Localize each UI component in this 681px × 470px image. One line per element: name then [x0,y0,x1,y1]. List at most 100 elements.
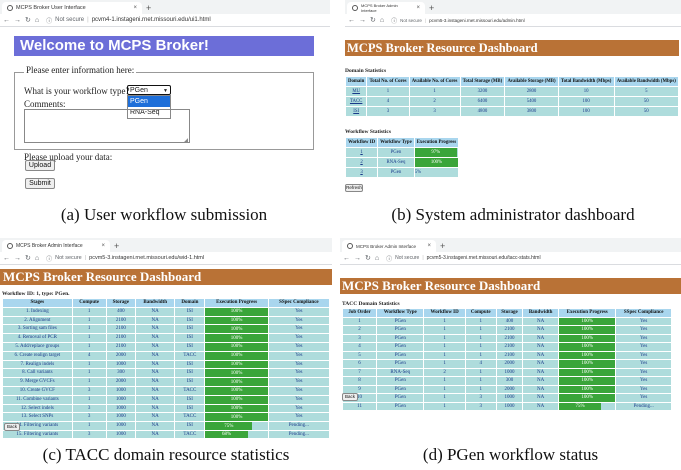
info-icon[interactable]: ⓘ [46,254,52,263]
browser-tab[interactable]: MCPS Broker Admin Interface × [342,240,436,252]
progress-bar-track: 100% [558,326,616,334]
forward-arrow-icon[interactable]: → [14,17,21,24]
tab-bar: MCPS Broker User Interface × + [0,0,330,14]
comments-textarea[interactable]: ◢ [24,109,190,144]
close-icon[interactable]: × [129,5,137,11]
compute-cell: 1 [71,394,107,405]
address-bar[interactable]: ← → ↻ ⌂ ⓘ Not secure | pcvm5-3.instageni… [0,252,332,265]
workflow-type-cell: RNA-Seq [377,157,415,168]
back-arrow-icon[interactable]: ← [3,255,10,262]
form-legend: Please enter information here: [24,65,137,75]
close-icon[interactable]: × [412,5,420,11]
browser-tab[interactable]: MCPS Broker Admin Interface × [347,2,425,14]
workflow-selected-value: PGen [130,87,148,94]
workflow-row: 1 PGen 97% [345,147,460,158]
type-cell: PGen [376,316,425,326]
table-cell: 100 [557,96,615,107]
workflow-id-link[interactable]: 3 [345,167,379,178]
stage-row: 2. Alignment 1 2100 NA ISI 100% Yes [2,315,331,326]
close-icon[interactable]: × [423,243,431,249]
resize-handle-icon[interactable]: ◢ [183,137,188,144]
url-text[interactable]: pcvm4-1.instageni.rnet.missouri.edu/ui1.… [92,17,211,23]
new-tab-icon[interactable]: + [114,240,119,252]
column-header: Job Order [341,308,378,318]
info-icon[interactable]: ⓘ [386,254,392,263]
upload-button[interactable]: Upload [25,160,55,171]
domain-cell: ISI [174,333,206,343]
progress-bar-track: 100% [205,307,268,316]
favicon-icon [7,5,13,11]
close-icon[interactable]: × [97,243,105,249]
workflow-id-link[interactable]: 2 [345,157,379,168]
workflow-select[interactable]: PGen ▼ [127,85,171,95]
browser-chrome: MCPS Broker User Interface × + ← → ↻ ⌂ ⓘ… [0,0,330,27]
execution-progress-cell: 100% [204,412,269,423]
progress-bar-fill: 100% [558,377,616,385]
stage-row: 9. Merge GVCFs 1 2000 NA ISI 100% Yes [2,377,331,387]
home-icon[interactable]: ⌂ [35,17,39,24]
domain-link[interactable]: MU [345,86,368,97]
job-row: 6 PGen 1 4 2000 NA 100% Yes [341,359,672,369]
reload-icon[interactable]: ↻ [25,16,31,24]
refresh-button[interactable]: Refresh [345,184,363,192]
address-bar[interactable]: ← → ↻ ⌂ ⓘ Not secure | pcvm4-1.instageni… [0,14,330,27]
back-arrow-icon[interactable]: ← [348,17,355,24]
progress-bar-track: 100% [558,360,616,368]
storage-cell: 2000 [105,377,137,387]
stage-cell: 3. Sorting sam files [2,324,73,335]
column-header: SSpec Compliance [615,308,672,318]
domain-cell: ISI [174,394,206,405]
address-bar[interactable]: ← → ↻ ⌂ ⓘ Not secure | pcvm5-3.instageni… [345,14,681,27]
info-icon[interactable]: ⓘ [391,16,397,25]
domain-cell: ISI [174,421,206,431]
compute-cell: 3 [71,385,107,396]
stage-cell: 12. Select indels [2,403,73,414]
table-cell: 3 [408,106,461,117]
domain-cell: ISI [174,315,206,326]
home-icon[interactable]: ⌂ [380,17,384,24]
back-arrow-icon[interactable]: ← [343,255,350,262]
new-tab-icon[interactable]: + [429,2,434,14]
progress-bar-fill: 100% [205,342,268,351]
order-cell: 2 [341,325,378,335]
submit-button[interactable]: Submit [25,178,55,189]
home-icon[interactable]: ⌂ [35,255,39,262]
execution-progress-cell: 100% [204,306,269,317]
reload-icon[interactable]: ↻ [365,254,371,262]
dropdown-option-pgen[interactable]: PGen [128,96,170,107]
back-arrow-icon[interactable]: ← [3,17,10,24]
storage-cell: 2100 [105,333,137,343]
job-row: 9 PGen 1 1 2000 NA 100% Yes [341,384,672,394]
address-bar[interactable]: ← → ↻ ⌂ ⓘ Not secure | pcvm5-3.instageni… [340,252,681,265]
back-button[interactable]: Back [4,423,20,431]
forward-arrow-icon[interactable]: → [359,17,366,24]
browser-tab[interactable]: MCPS Broker Admin Interface × [2,240,110,252]
execution-progress-cell: 100% [557,342,617,352]
reload-icon[interactable]: ↻ [25,254,31,262]
new-tab-icon[interactable]: + [146,2,151,14]
bandwidth-cell: NA [522,393,559,403]
workflow-type-cell: PGen [377,167,415,178]
progress-bar-track: 97% [414,148,458,157]
url-text[interactable]: pcvm5-3.instageni.rnet.missouri.edu/admi… [429,18,525,23]
workflow-id-link[interactable]: 1 [345,147,379,158]
job-row: 7 RNA-Seq 2 1 1000 NA 100% Yes [341,367,672,377]
compliance-cell: Yes [267,306,331,317]
caption-d: (d) PGen workflow status [422,445,599,464]
stage-row: 14. Filtering variants 1 1000 NA ISI 75% Pendi… [2,421,331,431]
reload-icon[interactable]: ↻ [370,16,376,24]
domain-link[interactable]: ISI [345,106,368,117]
url-text[interactable]: pcvm5-3.instageni.rnet.missouri.edu/wid-… [89,255,204,261]
forward-arrow-icon[interactable]: → [14,255,21,262]
back-button[interactable]: Back [342,393,358,401]
type-cell: RNA-Seq [376,367,425,377]
compliance-cell: Pending... [615,401,672,411]
browser-tab[interactable]: MCPS Broker User Interface × [2,2,142,14]
url-text[interactable]: pcvm5-3.instageni.rnet.missouri.edu/tacc… [427,255,541,261]
home-icon[interactable]: ⌂ [375,255,379,262]
forward-arrow-icon[interactable]: → [354,255,361,262]
domain-link[interactable]: TACC [345,96,368,107]
new-tab-icon[interactable]: + [440,240,445,252]
table-cell: 1 [408,86,461,97]
info-icon[interactable]: ⓘ [46,16,52,25]
